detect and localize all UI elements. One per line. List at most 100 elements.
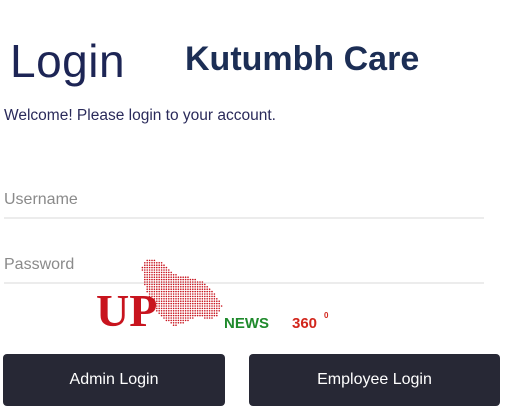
map-dot — [206, 305, 208, 307]
map-dot — [177, 322, 180, 324]
map-dot — [148, 281, 151, 283]
map-dot — [144, 264, 146, 266]
admin-login-button[interactable]: Admin Login — [3, 354, 225, 406]
map-dot — [182, 286, 184, 288]
map-dot — [204, 307, 206, 310]
map-dot — [192, 305, 194, 307]
map-dot — [182, 322, 184, 324]
map-dot — [189, 310, 192, 312]
map-dot — [165, 283, 168, 286]
map-dot — [165, 314, 168, 317]
map-dot — [175, 286, 177, 288]
map-dot — [199, 305, 201, 307]
map-dot — [158, 278, 160, 281]
map-dot — [158, 271, 160, 274]
map-dot — [211, 295, 213, 298]
map-dot — [170, 281, 172, 283]
map-dot — [189, 300, 192, 302]
map-dot — [151, 276, 153, 278]
map-dot — [163, 307, 165, 310]
map-dot — [180, 283, 182, 286]
map-dot — [196, 293, 199, 295]
username-input[interactable] — [4, 183, 484, 219]
map-dot — [158, 283, 160, 286]
map-dot — [180, 300, 182, 302]
map-dot — [194, 288, 196, 290]
map-dot — [170, 305, 172, 307]
map-dot — [177, 278, 180, 281]
map-dot — [170, 288, 172, 290]
map-dot — [151, 271, 153, 274]
map-dot — [180, 293, 182, 295]
map-dot — [148, 266, 151, 269]
map-dot — [170, 302, 172, 305]
map-dot — [172, 307, 175, 310]
map-dot — [199, 290, 201, 293]
map-dot — [172, 293, 175, 295]
map-dot — [213, 298, 216, 300]
map-dot — [201, 312, 204, 314]
map-dot — [184, 298, 187, 300]
map-dot — [160, 312, 163, 314]
map-dot — [175, 300, 177, 302]
map-dot — [196, 283, 199, 286]
map-dot — [168, 319, 170, 322]
map-dot — [172, 324, 175, 326]
map-dot — [211, 310, 213, 312]
map-dot — [170, 283, 172, 286]
map-dot — [208, 288, 211, 290]
map-dot — [189, 278, 192, 281]
map-dot — [168, 305, 170, 307]
map-dot — [156, 266, 158, 269]
map-dot — [204, 305, 206, 307]
map-dot — [192, 300, 194, 302]
map-dot — [160, 310, 163, 312]
map-dot — [199, 286, 201, 288]
map-dot — [213, 312, 216, 314]
map-dot — [158, 269, 160, 271]
map-dot — [180, 276, 182, 278]
map-dot — [184, 276, 187, 278]
map-dot — [211, 300, 213, 302]
map-dot — [192, 283, 194, 286]
map-dot — [206, 310, 208, 312]
map-dot — [196, 302, 199, 305]
map-dot — [170, 286, 172, 288]
map-dot — [168, 314, 170, 317]
map-dot — [196, 288, 199, 290]
map-dot — [184, 319, 187, 322]
map-dot — [189, 312, 192, 314]
map-dot — [170, 300, 172, 302]
map-dot — [146, 259, 148, 262]
map-dot — [196, 307, 199, 310]
map-dot — [213, 307, 216, 310]
map-dot — [211, 317, 213, 319]
map-dot — [172, 276, 175, 278]
map-dot — [184, 290, 187, 293]
map-dot — [165, 305, 168, 307]
map-dot — [192, 295, 194, 298]
map-dot — [182, 312, 184, 314]
map-dot — [189, 317, 192, 319]
map-dot — [144, 274, 146, 276]
map-dot — [165, 288, 168, 290]
map-dot — [192, 298, 194, 300]
map-dot — [177, 314, 180, 317]
map-dot — [194, 286, 196, 288]
map-dot — [204, 286, 206, 288]
map-dot — [184, 283, 187, 286]
map-dot — [216, 298, 218, 300]
map-dot — [204, 300, 206, 302]
watermark-360-text: 360 — [292, 315, 317, 332]
map-dot — [192, 310, 194, 312]
map-dot — [172, 310, 175, 312]
map-dot — [165, 298, 168, 300]
map-dot — [206, 288, 208, 290]
map-dot — [160, 281, 163, 283]
map-dot — [211, 314, 213, 317]
map-dot — [194, 302, 196, 305]
map-dot — [165, 276, 168, 278]
employee-login-button[interactable]: Employee Login — [249, 354, 500, 406]
map-dot — [199, 314, 201, 317]
map-dot — [208, 314, 211, 317]
